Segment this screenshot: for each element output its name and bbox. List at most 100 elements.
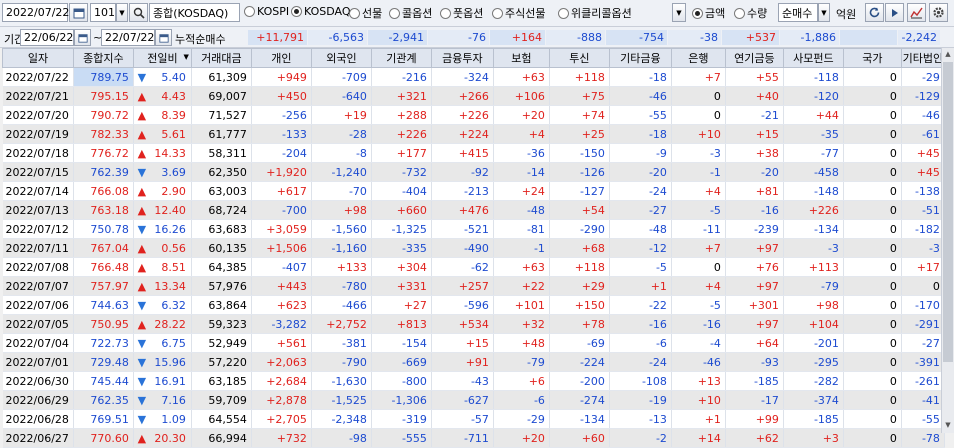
table-cell: 795.15: [73, 86, 134, 106]
chart-button[interactable]: [907, 3, 926, 22]
column-header[interactable]: 사모펀드: [782, 48, 844, 68]
table-cell: 0: [843, 238, 902, 258]
market-code-dropdown[interactable]: ▼: [116, 3, 128, 22]
column-header[interactable]: 외국인: [310, 48, 372, 68]
radio-quantity[interactable]: 수량: [734, 5, 767, 21]
triangle-down-icon: ▼: [137, 165, 147, 179]
table-row[interactable]: 2022/07/11 767.04 ▲ 0.56 60,135 +1,506 -1,160-…: [2, 238, 945, 258]
column-header[interactable]: 투신: [548, 48, 610, 68]
column-header[interactable]: 기관계: [370, 48, 432, 68]
radio-kosdaq[interactable]: KOSDAQ: [291, 5, 351, 18]
period-to-input[interactable]: 22/07/22: [101, 29, 155, 46]
table-row[interactable]: 2022/07/06 744.63 ▼ 6.32 63,864 +623 -466 +27 -5…: [2, 295, 945, 315]
table-cell: -391: [901, 352, 945, 372]
settings-button[interactable]: [929, 3, 948, 22]
radio-stock-futures[interactable]: 주식선물: [492, 5, 545, 21]
period-from-calendar[interactable]: [74, 29, 91, 46]
period-from-input[interactable]: 22/06/22: [20, 29, 74, 46]
next-button[interactable]: [885, 3, 904, 22]
table-cell: -239: [725, 219, 784, 239]
column-header[interactable]: 개인: [250, 48, 312, 68]
date-input[interactable]: 2022/07/22: [2, 3, 69, 22]
table-cell: 61,309: [191, 67, 252, 87]
search-button[interactable]: [129, 3, 148, 22]
table-row[interactable]: 2022/06/29 762.35 ▼ 7.16 59,709 +2,878 -1,525-…: [2, 390, 945, 410]
table-cell: 2022/07/21: [2, 86, 74, 106]
table-cell: -1: [493, 238, 550, 258]
table-row[interactable]: 2022/07/07 757.97 ▲ 13.34 57,976 +443 -780 +331…: [2, 276, 945, 296]
triangle-up-icon: ▲: [137, 260, 147, 274]
table-cell: 0: [843, 333, 902, 353]
column-header[interactable]: 보험: [492, 48, 550, 68]
column-header[interactable]: 일자: [2, 48, 74, 68]
calendar-button[interactable]: [69, 3, 88, 22]
search-icon: [133, 7, 145, 19]
radio-amount[interactable]: 금액: [692, 5, 725, 21]
table-row[interactable]: 2022/07/19 782.33 ▲ 5.61 61,777 -133 -28 +226 +2…: [2, 124, 945, 144]
table-row[interactable]: 2022/06/27 770.60 ▲ 20.30 66,994 +732 -98 -555-…: [2, 428, 945, 448]
column-header[interactable]: 거래대금: [190, 48, 252, 68]
table-row[interactable]: 2022/06/30 745.44 ▼ 16.91 63,185 +2,684 -1,630…: [2, 371, 945, 391]
table-row[interactable]: 2022/07/21 795.15 ▲ 4.43 69,007 +450 -640 +321 +…: [2, 86, 945, 106]
table-cell: +1: [671, 409, 726, 429]
triangle-up-icon: ▲: [137, 184, 147, 198]
column-header[interactable]: 전일비 ▼: [132, 48, 192, 68]
table-cell: +68: [549, 238, 610, 258]
change-cell: ▲ 28.22: [133, 314, 192, 334]
table-cell: +20: [493, 105, 550, 125]
table-row[interactable]: 2022/07/18 776.72 ▲ 14.33 58,311 -204 -8 +177 +4…: [2, 143, 945, 163]
column-header[interactable]: 종합지수: [72, 48, 134, 68]
column-header[interactable]: 기타법인: [900, 48, 945, 68]
change-value: 8.39: [161, 108, 186, 122]
radio-weekly-call-option[interactable]: 위클리콜옵션: [558, 5, 632, 21]
market-code-input[interactable]: 101: [90, 3, 116, 22]
table-cell: 66,994: [191, 428, 252, 448]
scroll-thumb[interactable]: [943, 62, 953, 362]
table-cell: 790.72: [73, 105, 134, 125]
table-cell: +14: [671, 428, 726, 448]
radio-circle: [349, 7, 360, 19]
option-dropdown[interactable]: ▼: [672, 3, 686, 22]
table-cell: 57,220: [191, 352, 252, 372]
table-row[interactable]: 2022/07/01 729.48 ▼ 15.96 57,220 +2,063 -790 -6…: [2, 352, 945, 372]
table-cell: -18: [609, 67, 672, 87]
scroll-up-icon[interactable]: ▲: [942, 48, 954, 60]
market-name: 종합(KOSDAQ): [153, 6, 229, 20]
column-header[interactable]: 은행: [670, 48, 726, 68]
change-cell: ▼ 15.96: [133, 352, 192, 372]
radio-kospi[interactable]: KOSPI: [244, 5, 289, 18]
table-row[interactable]: 2022/07/12 750.78 ▼ 16.26 63,683 +3,059 -1,560…: [2, 219, 945, 239]
table-row[interactable]: 2022/07/04 722.73 ▼ 6.75 52,949 +561 -381 -154 +…: [2, 333, 945, 353]
column-header[interactable]: 금융투자: [430, 48, 494, 68]
table-row[interactable]: 2022/07/20 790.72 ▲ 8.39 71,527 -256 +19 +288 +2…: [2, 105, 945, 125]
vertical-scrollbar[interactable]: ▲ ▼: [941, 48, 954, 433]
table-row[interactable]: 2022/07/22 789.75 ▼ 5.40 61,309 +949 -709 -216-…: [2, 67, 945, 87]
table-cell: +443: [251, 276, 312, 296]
mode-select-dropdown[interactable]: ▼: [818, 3, 830, 22]
table-row[interactable]: 2022/07/15 762.39 ▼ 3.69 62,350 +1,920 -1,240-…: [2, 162, 945, 182]
refresh-button[interactable]: [865, 3, 884, 22]
table-row[interactable]: 2022/07/05 750.95 ▲ 28.22 59,323 -3,282 +2,752…: [2, 314, 945, 334]
table-cell: +10: [671, 124, 726, 144]
radio-futures[interactable]: 선물: [349, 5, 382, 21]
column-header[interactable]: 기타금융: [608, 48, 672, 68]
change-value: 1.09: [161, 412, 186, 426]
scroll-down-icon[interactable]: ▼: [942, 419, 954, 431]
table-cell: 0: [843, 200, 902, 220]
table-cell: 0: [901, 276, 945, 296]
table-row[interactable]: 2022/07/08 766.48 ▲ 8.51 64,385 -407 +133 +304-…: [2, 257, 945, 277]
column-header[interactable]: 국가: [842, 48, 902, 68]
cumulative-value: -6,563: [328, 31, 364, 44]
column-header[interactable]: 연기금등: [724, 48, 784, 68]
table-row[interactable]: 2022/07/13 763.18 ▲ 12.40 68,724 -700 +98 +660 +…: [2, 200, 945, 220]
table-row[interactable]: 2022/07/14 766.08 ▲ 2.90 63,003 +617 -70 -404 -2…: [2, 181, 945, 201]
table-cell: +76: [725, 257, 784, 277]
calendar-icon: [73, 8, 84, 18]
table-row[interactable]: 2022/06/28 769.51 ▼ 1.09 64,554 +2,705 -2,348-…: [2, 409, 945, 429]
chevron-down-icon[interactable]: ▼: [184, 53, 189, 61]
radio-call-option[interactable]: 콜옵션: [389, 5, 432, 21]
radio-put-option[interactable]: 풋옵션: [440, 5, 483, 21]
mode-select[interactable]: 순매수: [778, 3, 818, 22]
period-to-calendar[interactable]: [155, 29, 172, 46]
table-cell: +2,684: [251, 371, 312, 391]
